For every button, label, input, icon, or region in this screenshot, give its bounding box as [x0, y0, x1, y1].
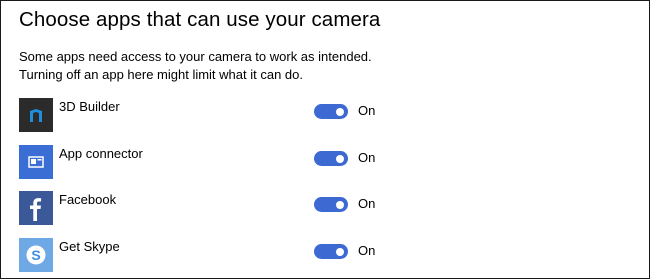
- app-name: App connector: [59, 146, 143, 161]
- toggle-state-label: On: [358, 243, 376, 258]
- toggle-state-label: On: [358, 150, 376, 165]
- description-line-2: Turning off an app here might limit what…: [19, 67, 303, 82]
- page-title: Choose apps that can use your camera: [19, 8, 381, 31]
- app-row-facebook: Facebook On: [19, 191, 459, 225]
- settings-panel: Choose apps that can use your camera Som…: [0, 0, 650, 279]
- skype-icon: S: [19, 238, 53, 272]
- camera-access-toggle-get-skype[interactable]: [314, 244, 348, 259]
- description: Some apps need access to your camera to …: [19, 48, 372, 84]
- app-row-get-skype: S Get Skype On: [19, 238, 459, 272]
- app-name: Get Skype: [59, 239, 120, 254]
- 3d-builder-icon: [19, 98, 53, 132]
- app-row-app-connector: App connector On: [19, 145, 459, 179]
- toggle-state-label: On: [358, 196, 376, 211]
- app-row-3d-builder: 3D Builder On: [19, 98, 459, 132]
- toggle-knob: [336, 107, 344, 116]
- app-name: 3D Builder: [59, 99, 120, 114]
- svg-text:S: S: [31, 247, 40, 263]
- app-connector-icon: [19, 145, 53, 179]
- description-line-1: Some apps need access to your camera to …: [19, 49, 372, 64]
- toggle-knob: [336, 154, 344, 163]
- camera-access-toggle-app-connector[interactable]: [314, 151, 348, 166]
- app-name: Facebook: [59, 192, 117, 207]
- toggle-knob: [336, 247, 344, 256]
- facebook-icon: [19, 191, 53, 225]
- toggle-state-label: On: [358, 103, 376, 118]
- camera-access-toggle-facebook[interactable]: [314, 197, 348, 212]
- toggle-knob: [336, 200, 344, 209]
- camera-access-toggle-3d-builder[interactable]: [314, 104, 348, 119]
